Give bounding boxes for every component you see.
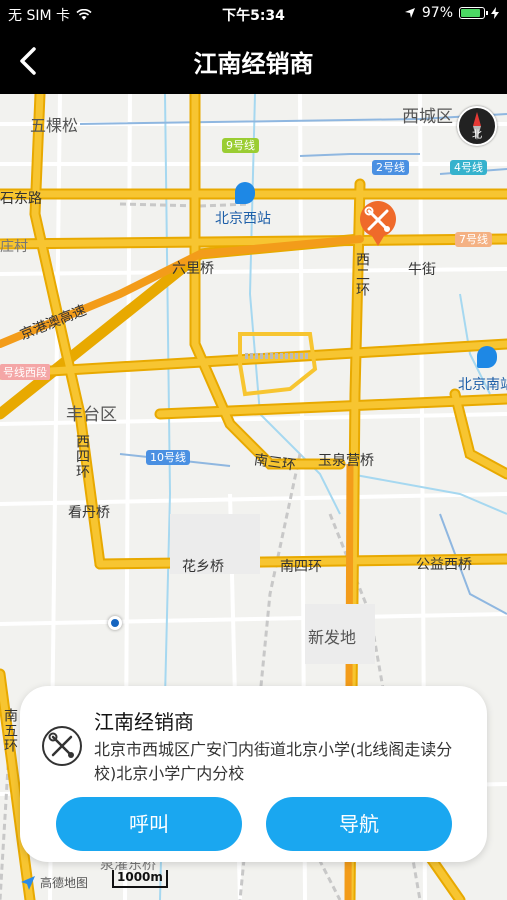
amap-logo: 高德地图 — [20, 874, 88, 891]
compass-button[interactable]: 北 — [457, 106, 497, 146]
map-label-nansihuan: 南四环 — [280, 559, 322, 575]
map-label-liuliqiao: 六里桥 — [172, 261, 214, 277]
map-label-niujie: 牛街 — [408, 262, 436, 278]
status-right: 97% — [404, 5, 499, 21]
tools-icon — [48, 732, 74, 758]
train-station-icon[interactable] — [477, 346, 497, 368]
amap-arrow-icon — [21, 875, 35, 890]
battery-icon — [459, 7, 488, 19]
subway-line-7-badge: 7号线 — [455, 232, 492, 247]
map-scale: 1000m — [112, 870, 168, 888]
dealer-address: 北京市西城区广安门内街道北京小学(北线阁走读分校)北京小学广内分校 — [94, 740, 453, 783]
map-label-xierhuan: 西二环 — [354, 252, 370, 297]
map-label-shidonglu: 石东路 — [0, 191, 42, 207]
map-label-zhuangcun: 庄村 — [0, 239, 28, 255]
navigation-bar: 江南经销商 — [0, 28, 507, 94]
map-label-beijingnan: 北京南站 — [458, 377, 507, 393]
subway-line-9-badge: 9号线 — [222, 138, 259, 153]
page-title: 江南经销商 — [193, 50, 314, 78]
dealer-name: 江南经销商 — [94, 710, 194, 734]
subway-line-2-badge: 2号线 — [372, 160, 409, 175]
current-location-dot — [108, 616, 122, 630]
location-arrow-icon — [404, 8, 415, 18]
map-label-xinfadi: 新发地 — [308, 628, 357, 647]
map-label-xisihuan: 西四环 — [74, 434, 90, 479]
wrench-screwdriver-icon — [360, 201, 396, 246]
map-label-wukesong: 五棵松 — [30, 116, 79, 135]
train-station-icon[interactable] — [235, 182, 255, 204]
map-label-yuquanying: 玉泉营桥 — [318, 453, 374, 469]
subway-line-10-badge: 10号线 — [146, 450, 190, 465]
dealer-map-marker[interactable] — [358, 200, 398, 248]
status-bar: 无 SIM 卡 下午5:34 97% — [0, 0, 507, 28]
charging-icon — [491, 7, 499, 19]
map-label-nanwuhuan: 南五环 — [2, 708, 18, 753]
map-label-kandanqiao: 看丹桥 — [68, 505, 110, 521]
battery-percent: 97% — [421, 5, 453, 21]
map-label-fengtaiqu: 丰台区 — [66, 405, 117, 425]
wrench-screwdriver-icon — [42, 726, 82, 766]
battery-level — [461, 9, 481, 17]
amap-logo-text: 高德地图 — [40, 876, 89, 890]
map-label-huaxiangqiao: 花乡桥 — [182, 559, 224, 575]
map-label-xichengqu: 西城区 — [402, 107, 453, 127]
map-label-beijingxizhan: 北京西站 — [215, 211, 271, 227]
subway-line-4-badge: 4号线 — [450, 160, 487, 175]
map-label-line-duan: 号线西段 — [0, 364, 50, 380]
navigate-button[interactable]: 导航 — [266, 797, 452, 851]
dealer-info-card: 江南经销商 北京市西城区广安门内街道北京小学(北线阁走读分校)北京小学广内分校 … — [20, 686, 487, 862]
compass-label: 北 — [472, 130, 482, 141]
call-button[interactable]: 呼叫 — [56, 797, 242, 851]
map-label-gongyixiqiao: 公益西桥 — [416, 557, 472, 573]
